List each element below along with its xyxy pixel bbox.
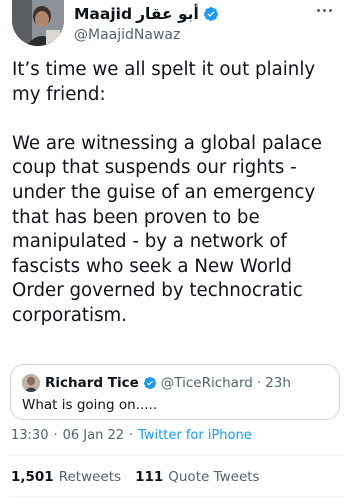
- author-name-row[interactable]: Maajid أبو عقار: [74, 4, 219, 24]
- tweet-text: It’s time we all spelt it out plainly my…: [12, 59, 322, 326]
- quoted-author-handle: @TiceRichard: [160, 375, 253, 391]
- retweets-label[interactable]: Retweets: [59, 469, 121, 485]
- quoted-author-avatar: [22, 374, 40, 392]
- tweet-source-link[interactable]: Twitter for iPhone: [138, 428, 252, 443]
- quoted-dot-separator: ·: [256, 375, 262, 391]
- more-options-icon[interactable]: [317, 4, 337, 16]
- meta-separator: ·: [53, 428, 58, 443]
- quote-tweets-label[interactable]: Quote Tweets: [168, 469, 259, 485]
- quoted-author-name: Richard Tice: [45, 375, 139, 391]
- quoted-tweet-text: What is going on.....: [22, 397, 158, 413]
- divider: [10, 496, 343, 497]
- tweet-header: Maajid أبو عقار @MaajidNawaz: [10, 0, 341, 50]
- tweet-metadata: 13:30 · 06 Jan 22 · Twitter for iPhone: [11, 428, 252, 443]
- tweet-date[interactable]: 06 Jan 22: [63, 428, 124, 443]
- author-handle[interactable]: @MaajidNawaz: [74, 27, 180, 43]
- divider: [10, 455, 343, 456]
- quoted-timestamp: 23h: [265, 375, 291, 391]
- retweets-count[interactable]: 1,501: [11, 469, 54, 485]
- meta-separator: ·: [129, 428, 134, 443]
- quoted-tweet[interactable]: Richard Tice @TiceRichard · 23h What is …: [10, 364, 340, 420]
- verified-badge-icon: [203, 7, 218, 21]
- tweet-stats: 1,501 Retweets 111 Quote Tweets: [11, 469, 274, 485]
- author-display-name-arabic[interactable]: أبو عقار: [136, 5, 199, 23]
- author-avatar[interactable]: [12, 0, 64, 46]
- quoted-author-row: Richard Tice @TiceRichard · 23h: [45, 373, 291, 393]
- quoted-verified-badge-icon: [143, 376, 156, 390]
- author-display-name[interactable]: Maajid: [74, 5, 132, 23]
- tweet-time[interactable]: 13:30: [11, 428, 48, 443]
- quote-tweets-count[interactable]: 111: [135, 469, 163, 485]
